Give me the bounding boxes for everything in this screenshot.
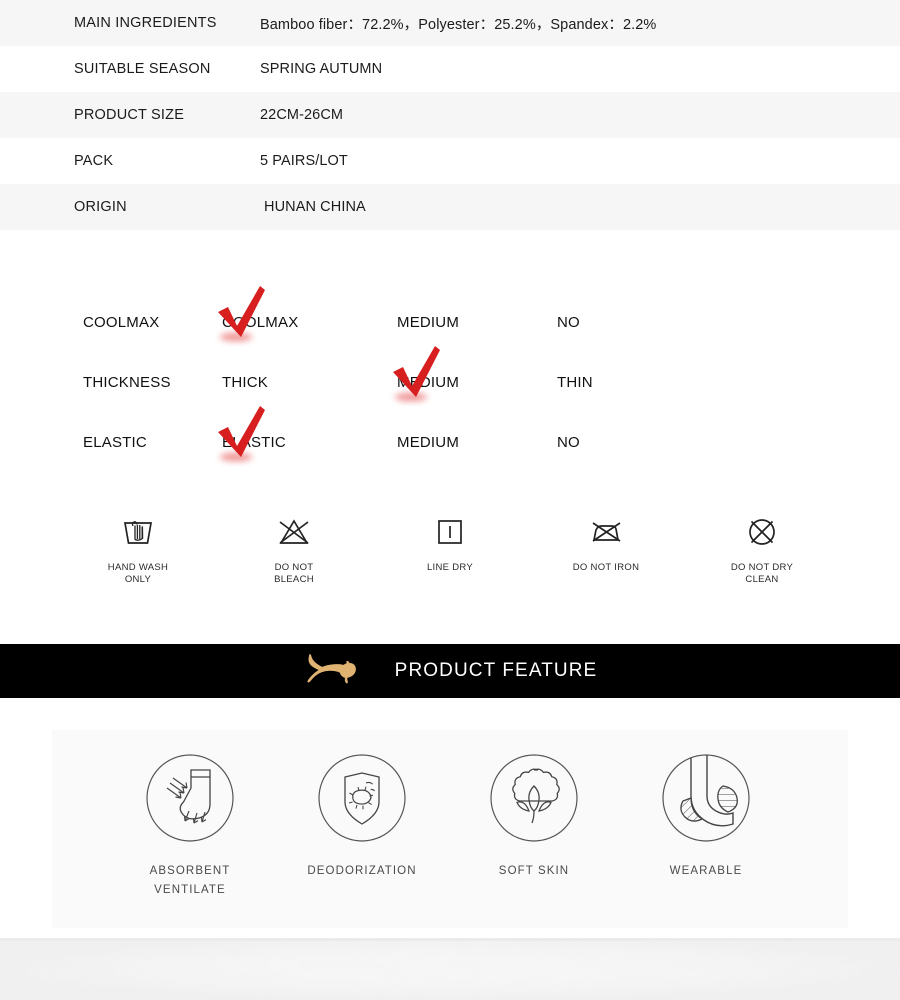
attribute-option: THIN xyxy=(557,373,593,391)
hand-wash-icon xyxy=(88,512,188,552)
sock-ventilation-icon xyxy=(104,752,276,848)
care-label: HAND WASH ONLY xyxy=(107,562,169,585)
feature-panel: ABSORBENT VENTILATE DEODORIZATION SOFT S… xyxy=(52,730,848,928)
specification-table: MAIN INGREDIENTS Bamboo fiber：72.2%，Poly… xyxy=(0,0,900,230)
attribute-grid: COOLMAX COOLMAX MEDIUM NO THICKNESS THIC… xyxy=(0,285,900,472)
feature-item: WEARABLE xyxy=(620,752,792,900)
attribute-option: THICK xyxy=(222,373,268,391)
do-not-bleach-icon xyxy=(244,512,344,552)
table-row: ORIGIN HUNAN CHINA xyxy=(0,184,900,230)
attribute-option: MEDIUM xyxy=(393,345,557,401)
do-not-iron-icon xyxy=(556,512,656,552)
attribute-row-coolmax: COOLMAX COOLMAX MEDIUM NO xyxy=(0,285,900,352)
attribute-option-label: ELASTIC xyxy=(222,433,286,451)
attribute-option: MEDIUM xyxy=(397,433,460,451)
spec-label: ORIGIN xyxy=(74,199,127,215)
care-label: DO NOT DRY CLEAN xyxy=(730,562,794,585)
attribute-row-elastic: ELASTIC ELASTIC MEDIUM NO xyxy=(0,405,900,472)
care-item: DO NOT DRY CLEAN xyxy=(712,512,812,586)
spec-label: MAIN INGREDIENTS xyxy=(74,15,217,31)
cotton-flower-icon xyxy=(448,752,620,848)
table-row: MAIN INGREDIENTS Bamboo fiber：72.2%，Poly… xyxy=(0,0,900,46)
attribute-option: ELASTIC xyxy=(218,405,397,461)
attribute-option: NO xyxy=(557,433,580,451)
leaping-lion-logo xyxy=(307,654,356,684)
product-feature-banner: PRODUCT FEATURE xyxy=(0,644,900,698)
attribute-name: COOLMAX xyxy=(83,313,160,331)
red-check-icon xyxy=(208,282,272,344)
attribute-option: COOLMAX xyxy=(218,285,397,341)
product-detail-page: MAIN INGREDIENTS Bamboo fiber：72.2%，Poly… xyxy=(0,0,900,1000)
photo-texture xyxy=(0,938,900,1000)
attribute-name: ELASTIC xyxy=(83,433,147,451)
feature-item: SOFT SKIN xyxy=(448,752,620,900)
spec-value: 22CM-26CM xyxy=(260,107,344,123)
care-label: LINE DRY xyxy=(426,562,474,573)
sock-reinforced-icon xyxy=(620,752,792,848)
spec-label: PACK xyxy=(74,153,114,169)
spec-label: PRODUCT SIZE xyxy=(74,107,185,123)
feature-label: WEARABLE xyxy=(669,865,743,877)
spec-label: SUITABLE SEASON xyxy=(74,61,211,77)
care-label: DO NOT BLEACH xyxy=(274,562,314,585)
care-label: DO NOT IRON xyxy=(572,562,640,573)
spec-value: Bamboo fiber：72.2%，Polyester：25.2%，Spand… xyxy=(260,16,657,33)
care-instructions: HAND WASH ONLY DO NOT BLEACH LINE DRY DO… xyxy=(0,512,900,586)
care-item: DO NOT BLEACH xyxy=(244,512,344,586)
spec-value: 5 PAIRS/LOT xyxy=(260,153,348,169)
attribute-option-label: MEDIUM xyxy=(397,373,460,391)
attribute-option-label: COOLMAX xyxy=(222,313,299,331)
spec-value: HUNAN CHINA xyxy=(264,199,366,215)
product-photo xyxy=(0,938,900,1000)
shield-germ-icon xyxy=(276,752,448,848)
feature-label: SOFT SKIN xyxy=(498,865,570,877)
table-row: PRODUCT SIZE 22CM-26CM xyxy=(0,92,900,138)
attribute-option: MEDIUM xyxy=(397,313,460,331)
care-item: DO NOT IRON xyxy=(556,512,656,586)
do-not-dry-clean-icon xyxy=(712,512,812,552)
attribute-name: THICKNESS xyxy=(83,373,171,391)
table-row: SUITABLE SEASON SPRING AUTUMN xyxy=(0,46,900,92)
attribute-option: NO xyxy=(557,313,580,331)
feature-list: ABSORBENT VENTILATE DEODORIZATION SOFT S… xyxy=(52,730,848,900)
feature-item: DEODORIZATION xyxy=(276,752,448,900)
spec-value: SPRING AUTUMN xyxy=(260,61,383,77)
table-row: PACK 5 PAIRS/LOT xyxy=(0,138,900,184)
attribute-row-thickness: THICKNESS THICK MEDIUM THIN xyxy=(0,345,900,412)
care-item: HAND WASH ONLY xyxy=(88,512,188,586)
feature-label: ABSORBENT VENTILATE xyxy=(149,865,231,896)
banner-title: PRODUCT FEATURE xyxy=(394,660,598,681)
line-dry-icon xyxy=(400,512,500,552)
care-item: LINE DRY xyxy=(400,512,500,586)
feature-item: ABSORBENT VENTILATE xyxy=(104,752,276,900)
feature-label: DEODORIZATION xyxy=(307,865,417,877)
